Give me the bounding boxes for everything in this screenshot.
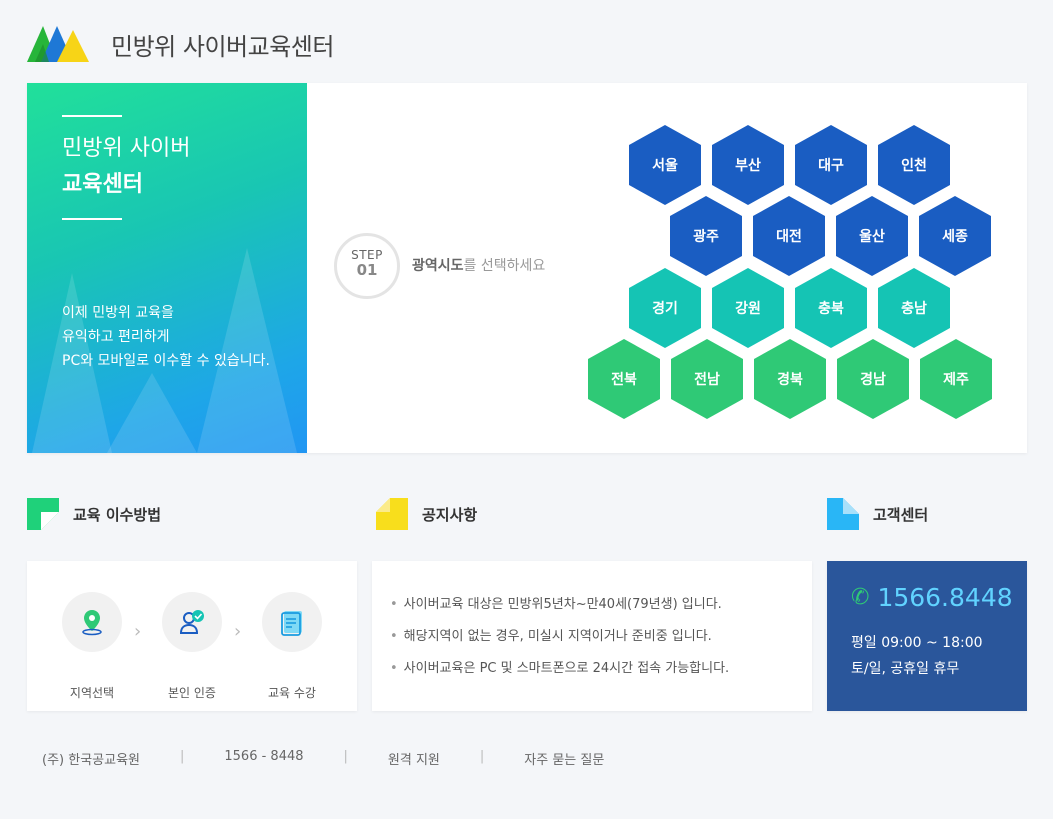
region-chungnam[interactable]: 충남	[878, 268, 950, 348]
yellow-note-icon	[376, 498, 408, 530]
green-flag-icon	[27, 498, 59, 530]
region-chungbuk[interactable]: 충북	[795, 268, 867, 348]
method-card: 지역선택 › 본인 인증 › 교육 수강	[27, 561, 357, 711]
region-ulsan[interactable]: 울산	[836, 196, 908, 276]
region-jeonnam[interactable]: 전남	[671, 339, 743, 419]
step-course-attend[interactable]: 교육 수강	[262, 592, 322, 700]
footer: (주) 한국공교육원 | 1566 - 8448 | 원격 지원 | 자주 묻는…	[42, 749, 605, 768]
support-card: ✆ 1566.8448 평일 09:00 ~ 18:00 토/일, 공휴일 휴무	[827, 561, 1027, 711]
notice-list: 사이버교육 대상은 민방위5년차~만40세(79년생) 입니다. 해당지역이 없…	[390, 589, 812, 685]
step-identity-verify[interactable]: 본인 인증	[162, 592, 222, 700]
chevron-right-icon: ›	[134, 621, 142, 642]
mountain-logo-icon[interactable]	[27, 22, 91, 66]
region-gwangju[interactable]: 광주	[670, 196, 742, 276]
course-document-icon	[262, 592, 322, 652]
support-phone[interactable]: ✆ 1566.8448	[851, 583, 1027, 612]
map-pin-icon	[62, 592, 122, 652]
site-header: 민방위 사이버교육센터	[27, 22, 334, 66]
region-daegu[interactable]: 대구	[795, 125, 867, 205]
region-gyeongbuk[interactable]: 경북	[754, 339, 826, 419]
user-check-icon	[162, 592, 222, 652]
notice-item[interactable]: 해당지역이 없는 경우, 미실시 지역이거나 준비중 입니다.	[390, 621, 812, 653]
region-selector: 서울 부산 대구 인천 광주 대전 울산 세종 경기 강원 충북 충남 전북 전…	[27, 83, 1027, 453]
notice-item[interactable]: 사이버교육 대상은 민방위5년차~만40세(79년생) 입니다.	[390, 589, 812, 621]
footer-phone: 1566 - 8448	[224, 749, 304, 764]
blue-document-icon	[827, 498, 859, 530]
region-busan[interactable]: 부산	[712, 125, 784, 205]
region-jeonbuk[interactable]: 전북	[588, 339, 660, 419]
notice-card: 사이버교육 대상은 민방위5년차~만40세(79년생) 입니다. 해당지역이 없…	[372, 561, 812, 711]
region-daejeon[interactable]: 대전	[753, 196, 825, 276]
region-jeju[interactable]: 제주	[920, 339, 992, 419]
section-support-header: 고객센터	[827, 498, 928, 530]
site-title[interactable]: 민방위 사이버교육센터	[111, 27, 334, 62]
phone-icon: ✆	[851, 585, 870, 610]
region-gyeonggi[interactable]: 경기	[629, 268, 701, 348]
footer-faq-link[interactable]: 자주 묻는 질문	[524, 749, 604, 768]
footer-company: (주) 한국공교육원	[42, 753, 140, 768]
hero-panel: 민방위 사이버 교육센터 이제 민방위 교육을 유익하고 편리하게 PC와 모바…	[27, 83, 1027, 453]
region-gangwon[interactable]: 강원	[712, 268, 784, 348]
footer-remote-support-link[interactable]: 원격 지원	[388, 749, 440, 768]
region-sejong[interactable]: 세종	[919, 196, 991, 276]
notice-item[interactable]: 사이버교육은 PC 및 스마트폰으로 24시간 접속 가능합니다.	[390, 653, 812, 685]
step-region-select[interactable]: 지역선택	[62, 592, 122, 700]
region-gyeongnam[interactable]: 경남	[837, 339, 909, 419]
region-incheon[interactable]: 인천	[878, 125, 950, 205]
section-method-header: 교육 이수방법	[27, 498, 161, 530]
support-hours: 평일 09:00 ~ 18:00 토/일, 공휴일 휴무	[851, 635, 983, 677]
section-notice-header[interactable]: 공지사항	[376, 498, 477, 530]
chevron-right-icon: ›	[234, 621, 242, 642]
region-seoul[interactable]: 서울	[629, 125, 701, 205]
